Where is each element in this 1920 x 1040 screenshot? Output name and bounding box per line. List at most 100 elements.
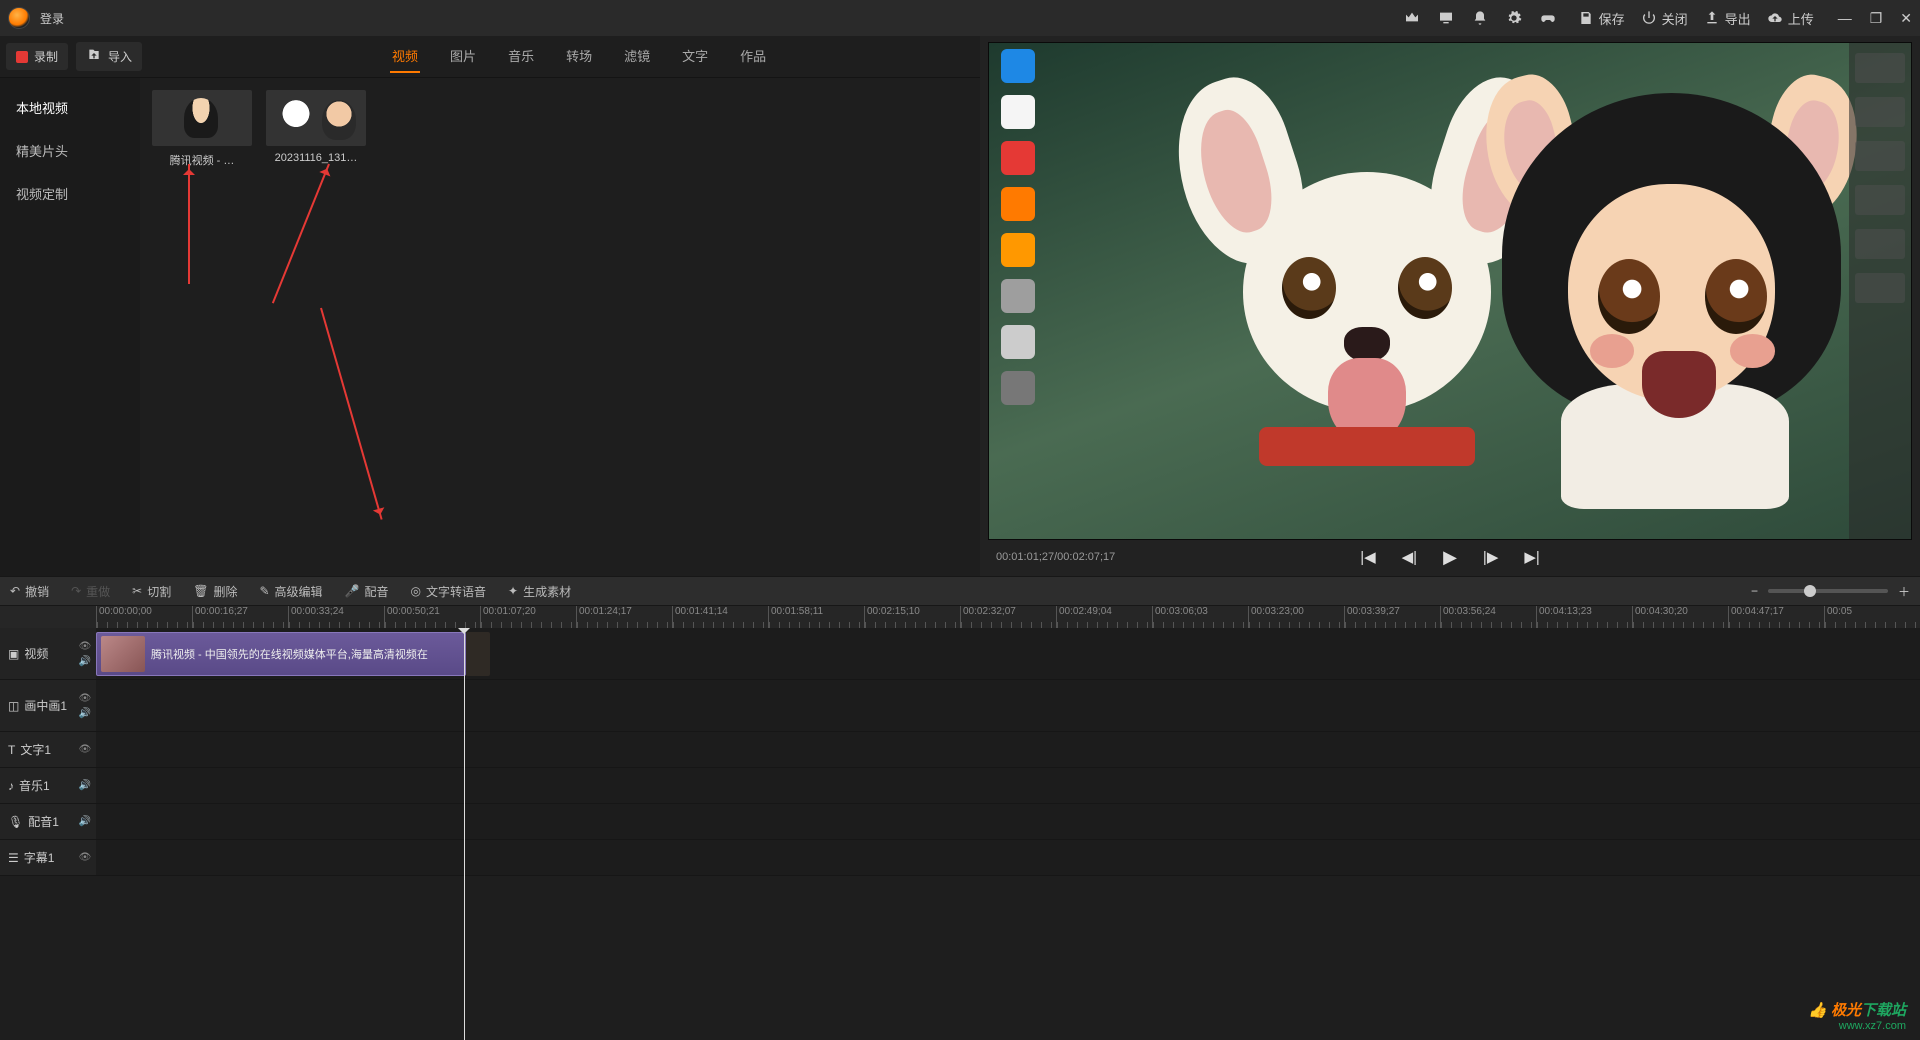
advanced-edit-button[interactable]: ✎高级编辑 [259, 583, 322, 600]
dub-button[interactable]: 🎤配音 [345, 583, 389, 600]
zoom-in-icon[interactable]: ＋ [1898, 583, 1910, 600]
ruler-tick: 00:03:23;00 [1248, 606, 1344, 628]
save-button[interactable]: 保存 [1578, 9, 1625, 28]
redo-button[interactable]: ↷重做 [71, 583, 110, 600]
preview-canvas[interactable] [988, 42, 1912, 540]
thumb-image [152, 90, 252, 146]
subtitle-track-icon: ☰ [8, 851, 19, 865]
video-clip[interactable]: 腾讯视频 - 中国领先的在线视频媒体平台,海量高清视频在 [96, 632, 466, 676]
tab-works[interactable]: 作品 [738, 40, 768, 73]
ruler-tick: 00:01:24;17 [576, 606, 672, 628]
media-pane: 录制 导入 视频 图片 音乐 转场 滤镜 文字 作品 本地视频 精美片头 视频定… [0, 36, 980, 576]
tab-video[interactable]: 视频 [390, 40, 420, 73]
preview-pane: 00:01:01;27/00:02:07;17 |◀ ◀| ▶ |▶ ▶| [980, 36, 1920, 576]
ruler-tick: 00:01:41;14 [672, 606, 768, 628]
ruler-tick: 00:03:39;27 [1344, 606, 1440, 628]
crown-icon[interactable] [1404, 10, 1420, 26]
monitor-icon[interactable] [1438, 10, 1454, 26]
track-label: 视频 [24, 645, 48, 662]
gear-icon[interactable] [1506, 10, 1522, 26]
track-label: 配音1 [28, 813, 59, 830]
titlebar: 登录 保存 关闭 导出 上传 — ❐ ✕ [0, 0, 1920, 36]
close-project-button[interactable]: 关闭 [1641, 9, 1688, 28]
tab-filter[interactable]: 滤镜 [622, 40, 652, 73]
visibility-icon[interactable]: 👁 [79, 693, 92, 704]
power-icon [1641, 10, 1657, 26]
track-pip: ◫画中画1 👁🔊 [0, 680, 1920, 732]
ruler-tick: 00:00:16;27 [192, 606, 288, 628]
timeline: 00:00:00;0000:00:16;2700:00:33;2400:00:5… [0, 606, 1920, 1040]
delete-button[interactable]: 🗑删除 [193, 583, 237, 600]
playback-controls: |◀ ◀| ▶ |▶ ▶| [1360, 547, 1540, 568]
mute-icon[interactable]: 🔊 [79, 816, 91, 827]
annotation-arrow [188, 164, 190, 284]
tab-text[interactable]: 文字 [680, 40, 710, 73]
ruler-tick: 00:02:15;10 [864, 606, 960, 628]
cat-custom[interactable]: 视频定制 [0, 172, 140, 215]
gamepad-icon[interactable] [1540, 10, 1556, 26]
goto-end-icon[interactable]: ▶| [1524, 548, 1539, 566]
cat-local-video[interactable]: 本地视频 [0, 86, 140, 129]
tab-music[interactable]: 音乐 [506, 40, 536, 73]
preview-timecode: 00:01:01;27/00:02:07;17 [996, 551, 1115, 563]
ruler-tick: 00:01:58;11 [768, 606, 864, 628]
mute-icon[interactable]: 🔊 [79, 780, 91, 791]
upload-button[interactable]: 上传 [1767, 9, 1814, 28]
import-button[interactable]: 导入 [76, 42, 142, 71]
edit-toolbar: ↶撤销 ↷重做 ✂切割 🗑删除 ✎高级编辑 🎤配音 ◎文字转语音 ✦生成素材 −… [0, 576, 1920, 606]
time-ruler[interactable]: 00:00:00;0000:00:16;2700:00:33;2400:00:5… [0, 606, 1920, 628]
track-music: ♪音乐1 🔊 [0, 768, 1920, 804]
track-label: 画中画1 [24, 697, 67, 714]
mic-icon: 🎤 [345, 584, 360, 598]
export-button[interactable]: 导出 [1704, 9, 1751, 28]
bell-icon[interactable] [1472, 10, 1488, 26]
media-thumb[interactable]: 20231116_131… [266, 90, 366, 164]
cut-button[interactable]: ✂切割 [132, 583, 171, 600]
next-frame-icon[interactable]: |▶ [1483, 548, 1498, 566]
tts-icon: ◎ [411, 584, 421, 598]
tab-transition[interactable]: 转场 [564, 40, 594, 73]
annotation-arrow [320, 308, 383, 520]
zoom-control: − ＋ [1751, 583, 1910, 600]
track-voice: 🎙配音1 🔊 [0, 804, 1920, 840]
login-link[interactable]: 登录 [40, 10, 64, 27]
tts-button[interactable]: ◎文字转语音 [411, 583, 487, 600]
visibility-icon[interactable]: 👁 [79, 744, 92, 755]
zoom-slider[interactable] [1768, 589, 1888, 593]
clip-title: 腾讯视频 - 中国领先的在线视频媒体平台,海量高清视频在 [151, 646, 428, 662]
mute-icon[interactable]: 🔊 [79, 708, 91, 719]
ruler-tick: 00:00:50;21 [384, 606, 480, 628]
ruler-tick: 00:04:13;23 [1536, 606, 1632, 628]
ruler-tick: 00:04:30;20 [1632, 606, 1728, 628]
media-categories: 本地视频 精美片头 视频定制 [0, 78, 140, 576]
record-dot-icon [16, 51, 28, 63]
sparkle-icon: ✦ [508, 584, 518, 598]
play-icon[interactable]: ▶ [1443, 547, 1457, 568]
cat-intro[interactable]: 精美片头 [0, 129, 140, 172]
track-label: 文字1 [20, 741, 51, 758]
visibility-icon[interactable]: 👁 [79, 852, 92, 863]
goto-start-icon[interactable]: |◀ [1360, 548, 1375, 566]
ruler-tick: 00:05 [1824, 606, 1920, 628]
app-logo [8, 7, 30, 29]
visibility-icon[interactable]: 👁 [79, 641, 92, 652]
preview-frame [989, 43, 1911, 539]
undo-button[interactable]: ↶撤销 [10, 583, 49, 600]
media-thumb[interactable]: 腾讯视频 - … [152, 90, 252, 168]
playhead[interactable] [464, 628, 465, 1040]
minimize-icon[interactable]: — [1838, 10, 1852, 26]
track-label: 字幕1 [24, 849, 55, 866]
zoom-out-icon[interactable]: − [1751, 584, 1758, 598]
record-button[interactable]: 录制 [6, 43, 68, 70]
ruler-tick: 00:02:49;04 [1056, 606, 1152, 628]
generate-button[interactable]: ✦生成素材 [508, 583, 571, 600]
save-icon [1578, 10, 1594, 26]
media-tabs: 视频 图片 音乐 转场 滤镜 文字 作品 [390, 40, 768, 73]
close-icon[interactable]: ✕ [1900, 10, 1912, 27]
tab-image[interactable]: 图片 [448, 40, 478, 73]
prev-frame-icon[interactable]: ◀| [1402, 548, 1417, 566]
maximize-icon[interactable]: ❐ [1870, 10, 1883, 27]
ruler-tick: 00:03:56;24 [1440, 606, 1536, 628]
mute-icon[interactable]: 🔊 [79, 656, 91, 667]
thumb-image [266, 90, 366, 146]
